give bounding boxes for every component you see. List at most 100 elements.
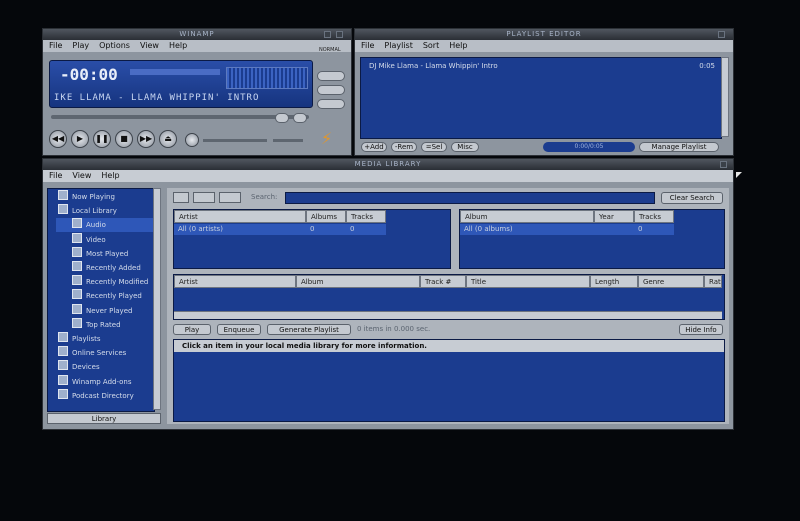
play-button[interactable]: Play bbox=[173, 324, 211, 335]
tree-item-audio[interactable]: Audio bbox=[56, 218, 154, 233]
playlist-list[interactable]: DJ Mike Llama - Llama Whippin' Intro 0:0… bbox=[360, 57, 722, 139]
tracks-hscrollbar[interactable] bbox=[174, 311, 722, 319]
library-toggle-button[interactable] bbox=[317, 99, 345, 109]
manage-playlist-button[interactable]: Manage Playlist bbox=[639, 142, 719, 152]
misc-button[interactable]: Misc bbox=[451, 142, 479, 152]
menu-file[interactable]: File bbox=[49, 40, 62, 52]
seek-bar[interactable] bbox=[51, 115, 309, 119]
view-toggle-1[interactable] bbox=[173, 192, 189, 203]
menu-play[interactable]: Play bbox=[72, 40, 89, 52]
tracks-header[interactable]: Tracks bbox=[634, 210, 674, 223]
tree-item-now-playing[interactable]: Now Playing bbox=[56, 190, 154, 204]
hide-info-button[interactable]: Hide Info bbox=[679, 324, 723, 335]
menu-help[interactable]: Help bbox=[169, 40, 187, 52]
tracks-header[interactable]: Tracks bbox=[346, 210, 386, 223]
time-display[interactable]: -00:00 bbox=[60, 65, 118, 84]
podcast-icon bbox=[58, 388, 68, 399]
year-header[interactable]: Year bbox=[594, 210, 634, 223]
search-input[interactable] bbox=[285, 192, 655, 204]
album-row[interactable]: All (0 albums) 0 bbox=[460, 224, 674, 235]
volume-knob[interactable] bbox=[185, 133, 199, 147]
menu-file[interactable]: File bbox=[361, 40, 374, 52]
tree-item-top-rated[interactable]: Top Rated bbox=[56, 317, 154, 332]
menu-file[interactable]: File bbox=[49, 170, 62, 182]
track-title-header[interactable]: Title bbox=[466, 275, 590, 288]
player-titlebar[interactable]: WINAMP bbox=[43, 29, 351, 40]
close-icon[interactable] bbox=[720, 161, 727, 168]
tree-item-addons[interactable]: Winamp Add-ons bbox=[56, 374, 154, 389]
albums-header[interactable]: Albums bbox=[306, 210, 346, 223]
playlist-titlebar[interactable]: PLAYLIST EDITOR bbox=[355, 29, 733, 40]
video-icon bbox=[72, 232, 82, 243]
library-titlebar[interactable]: MEDIA LIBRARY bbox=[43, 159, 733, 170]
tree-item-online-services[interactable]: Online Services bbox=[56, 346, 154, 360]
playlist-entry[interactable]: DJ Mike Llama - Llama Whippin' Intro 0:0… bbox=[369, 62, 715, 72]
library-tree: Now Playing Local Library Audio Video Most P… bbox=[47, 188, 155, 412]
eq-toggle-button[interactable] bbox=[317, 71, 345, 81]
addons-icon bbox=[58, 374, 68, 385]
enqueue-button[interactable]: Enqueue bbox=[217, 324, 261, 335]
balance-slider[interactable] bbox=[273, 139, 303, 142]
generate-playlist-button[interactable]: Generate Playlist bbox=[267, 324, 351, 335]
eject-button[interactable]: ⏏ bbox=[159, 130, 177, 148]
remove-button[interactable]: -Rem bbox=[391, 142, 417, 152]
track-rating-header[interactable]: Rating bbox=[704, 275, 722, 288]
tracks-table: Artist Album Track # Title Length Genre … bbox=[173, 274, 725, 320]
track-genre-header[interactable]: Genre bbox=[638, 275, 704, 288]
tree-item-podcast[interactable]: Podcast Directory bbox=[56, 388, 154, 403]
select-button[interactable]: =Sel bbox=[421, 142, 447, 152]
tree-item-most-played[interactable]: Most Played bbox=[56, 246, 154, 261]
menu-playlist[interactable]: Playlist bbox=[384, 40, 412, 52]
tree-item-label: Recently Added bbox=[86, 264, 141, 272]
menu-view[interactable]: View bbox=[140, 40, 159, 52]
spectrum-visualizer[interactable] bbox=[226, 67, 308, 89]
player-title: WINAMP bbox=[179, 30, 215, 38]
menu-help[interactable]: Help bbox=[449, 40, 467, 52]
tree-item-recently-played[interactable]: Recently Played bbox=[56, 289, 154, 303]
info-panel: Click an item in your local media librar… bbox=[173, 339, 725, 422]
repeat-button[interactable] bbox=[293, 113, 307, 123]
menu-view[interactable]: View bbox=[72, 170, 91, 182]
tree-item-devices[interactable]: Devices bbox=[56, 360, 154, 374]
menu-help[interactable]: Help bbox=[101, 170, 119, 182]
add-button[interactable]: +Add bbox=[361, 142, 387, 152]
artist-row[interactable]: All (0 artists) 0 0 bbox=[174, 224, 386, 235]
play-button[interactable]: ▶ bbox=[71, 130, 89, 148]
tree-item-recently-modified[interactable]: Recently Modified bbox=[56, 275, 154, 289]
tree-scrollbar[interactable] bbox=[153, 188, 161, 410]
stop-button[interactable]: ■ bbox=[115, 130, 133, 148]
next-button[interactable]: ▶▶ bbox=[137, 130, 155, 148]
menu-sort[interactable]: Sort bbox=[423, 40, 439, 52]
artist-header[interactable]: Artist bbox=[174, 210, 306, 223]
tree-item-playlists[interactable]: Playlists bbox=[56, 332, 154, 346]
menu-options[interactable]: Options bbox=[99, 40, 130, 52]
playlist-toggle-button[interactable] bbox=[317, 85, 345, 95]
playlists-icon bbox=[58, 332, 68, 342]
tree-item-local-library[interactable]: Local Library bbox=[56, 204, 154, 218]
tree-item-video[interactable]: Video bbox=[56, 232, 154, 247]
recently-modified-icon bbox=[72, 275, 82, 286]
view-toggle-2[interactable] bbox=[193, 192, 215, 203]
song-marquee[interactable]: IKE LLAMA - LLAMA WHIPPIN' INTRO bbox=[54, 93, 308, 103]
close-icon[interactable] bbox=[336, 31, 343, 38]
minimize-icon[interactable] bbox=[324, 31, 331, 38]
track-album-header[interactable]: Album bbox=[296, 275, 420, 288]
clear-search-button[interactable]: Clear Search bbox=[661, 192, 723, 204]
tree-item-recently-added[interactable]: Recently Added bbox=[56, 261, 154, 275]
library-button[interactable]: Library bbox=[47, 413, 161, 424]
playlist-scrollbar[interactable] bbox=[721, 57, 729, 137]
pause-button[interactable]: ❚❚ bbox=[93, 130, 111, 148]
recently-played-icon bbox=[72, 289, 82, 300]
album-header[interactable]: Album bbox=[460, 210, 594, 223]
track-artist-header[interactable]: Artist bbox=[174, 275, 296, 288]
tree-item-never-played[interactable]: Never Played bbox=[56, 303, 154, 318]
volume-slider[interactable] bbox=[203, 139, 267, 142]
track-length-header[interactable]: Length bbox=[590, 275, 638, 288]
player-window: WINAMP File Play Options View Help -00:0… bbox=[42, 28, 352, 156]
previous-button[interactable]: ◀◀ bbox=[49, 130, 67, 148]
track-number-header[interactable]: Track # bbox=[420, 275, 466, 288]
view-toggle-3[interactable] bbox=[219, 192, 241, 203]
close-icon[interactable] bbox=[718, 31, 725, 38]
winamp-logo-icon[interactable]: ⚡ bbox=[321, 130, 339, 148]
shuffle-button[interactable] bbox=[275, 113, 289, 123]
